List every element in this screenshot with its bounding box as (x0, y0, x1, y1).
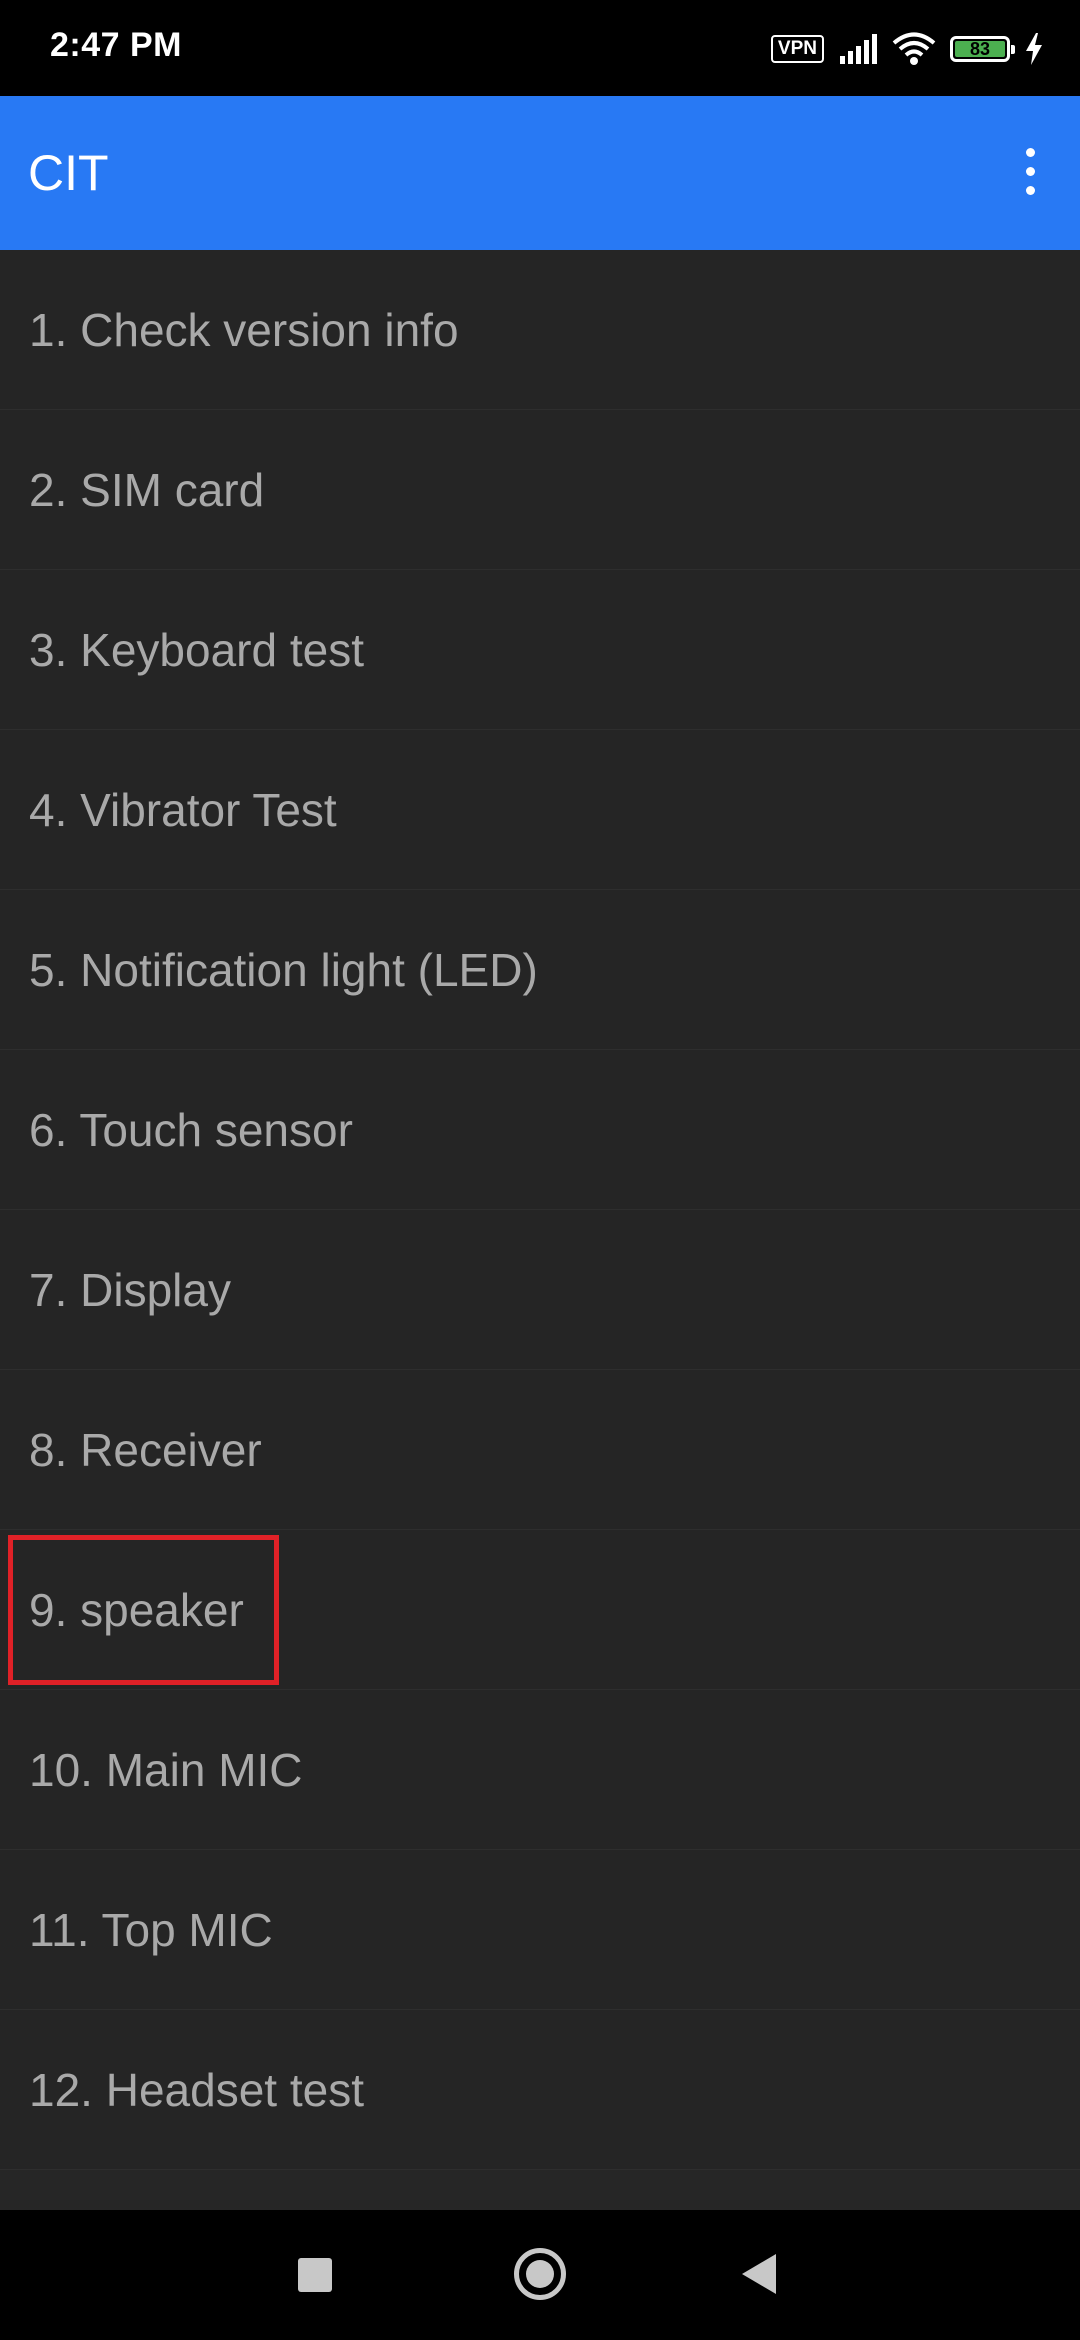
status-icons: VPN 83 (770, 28, 1044, 70)
test-item-main-mic[interactable]: 10. Main MIC (0, 1690, 1080, 1850)
charging-icon (1026, 33, 1042, 65)
test-item-display[interactable]: 7. Display (0, 1210, 1080, 1370)
highlight-box (8, 1535, 279, 1685)
test-list: 1. Check version info 2. SIM card 3. Key… (0, 250, 1080, 2210)
overflow-menu-icon[interactable] (1000, 126, 1060, 216)
battery-level: 83 (969, 39, 991, 59)
test-item-headset-test[interactable]: 12. Headset test (0, 2010, 1080, 2170)
test-item-label: 10. Main MIC (29, 1743, 303, 1796)
status-bar: 2:47 PM VPN 83 (0, 0, 1080, 96)
test-item-top-mic[interactable]: 11. Top MIC (0, 1850, 1080, 2010)
test-item-label: 1. Check version info (29, 303, 459, 356)
overflow-dot (1025, 147, 1035, 157)
test-item-check-version-info[interactable]: 1. Check version info (0, 250, 1080, 410)
test-item-label: 8. Receiver (29, 1423, 262, 1476)
test-item-vibrator-test[interactable]: 4. Vibrator Test (0, 730, 1080, 890)
signal-icon (840, 34, 877, 64)
vpn-icon: VPN (770, 35, 824, 63)
screen: 2:47 PM VPN 83 CIT 1. Check version info… (0, 0, 1080, 2340)
status-time: 2:47 PM (50, 26, 182, 64)
test-item-label: 6. Touch sensor (29, 1103, 353, 1156)
test-item-label: 7. Display (29, 1263, 231, 1316)
back-icon[interactable] (742, 2254, 776, 2294)
test-item-label: 2. SIM card (29, 463, 265, 516)
test-item-label: 4. Vibrator Test (29, 783, 337, 836)
test-item-sim-card[interactable]: 2. SIM card (0, 410, 1080, 570)
test-item-label: 11. Top MIC (29, 1903, 273, 1956)
app-bar: CIT (0, 96, 1080, 250)
nav-bar (0, 2210, 1080, 2340)
test-item-keyboard-test[interactable]: 3. Keyboard test (0, 570, 1080, 730)
wifi-icon (892, 32, 936, 65)
test-item-receiver[interactable]: 8. Receiver (0, 1370, 1080, 1530)
app-title: CIT (28, 145, 109, 201)
recents-icon[interactable] (298, 2258, 332, 2292)
test-item-label: 5. Notification light (LED) (29, 943, 538, 996)
test-item-touch-sensor[interactable]: 6. Touch sensor (0, 1050, 1080, 1210)
overflow-dot (1025, 166, 1035, 176)
test-item-notification-light[interactable]: 5. Notification light (LED) (0, 890, 1080, 1050)
test-item-label: 12. Headset test (29, 2063, 364, 2116)
overflow-dot (1025, 185, 1035, 195)
test-item-label: 3. Keyboard test (29, 623, 364, 676)
battery-icon: 83 (950, 36, 1015, 62)
home-icon[interactable] (514, 2248, 566, 2300)
